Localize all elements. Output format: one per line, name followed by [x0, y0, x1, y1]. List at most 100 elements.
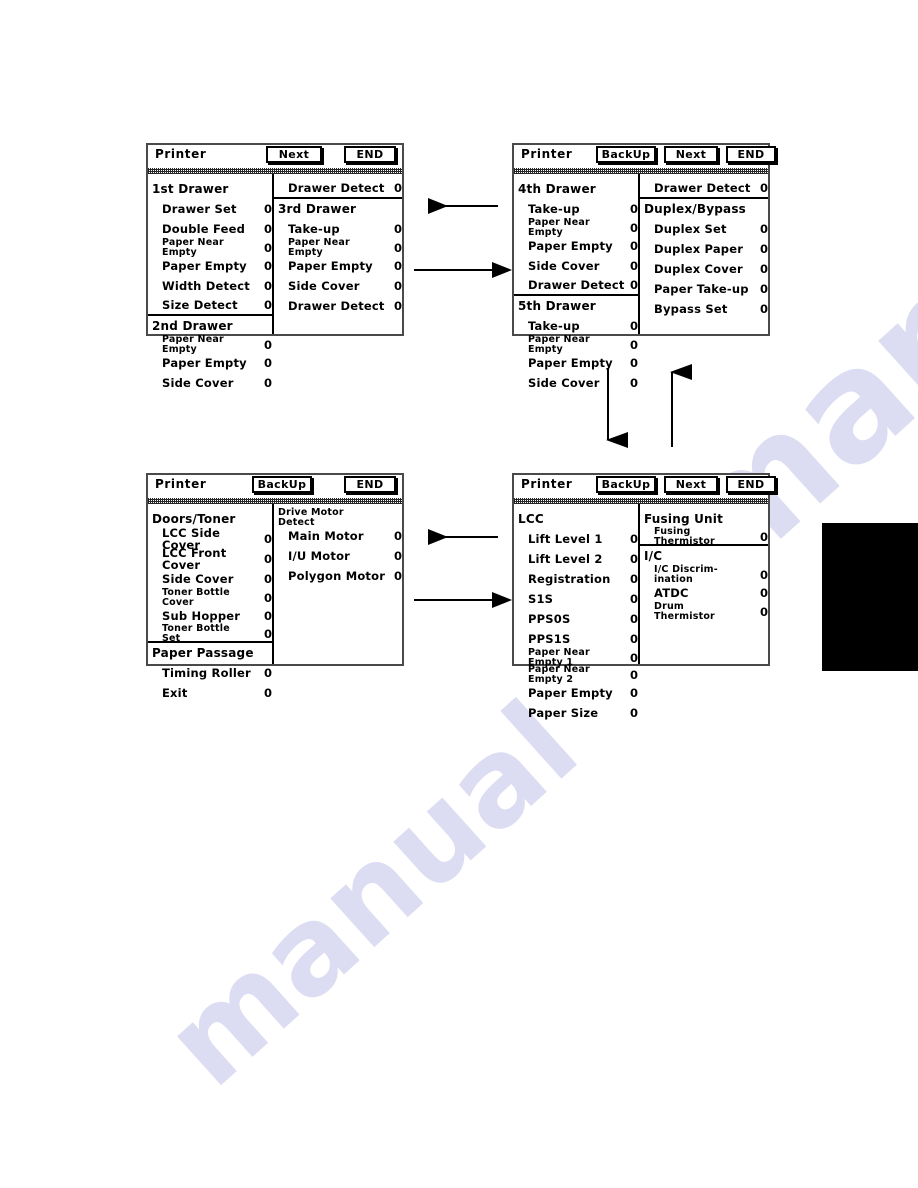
next-button[interactable]: Next: [664, 476, 718, 493]
sensor-label: Paper Size: [528, 705, 599, 720]
sensor-label: Width Detect: [162, 278, 250, 293]
sensor-row: Main Motor 0: [274, 526, 402, 546]
sensor-value: 0: [263, 202, 272, 216]
sensor-label: Double Feed: [162, 221, 246, 236]
sensor-label: Drawer Detect: [528, 277, 625, 292]
sensor-row: Side Cover 0: [514, 256, 638, 276]
sensor-value: 0: [263, 552, 272, 566]
sensor-label: PPS1S: [528, 631, 571, 646]
sensor-value: 0: [759, 586, 768, 600]
sensor-label: Paper Take-up: [654, 281, 749, 296]
sensor-value: 0: [393, 529, 402, 543]
sensor-label: Paper Near Empty: [288, 237, 350, 258]
sensor-label: Paper Empty: [528, 238, 613, 253]
sensor-value: 0: [263, 298, 272, 312]
right-column: Drawer Detect 0 Duplex/Bypass Duplex Set 0 Du…: [640, 174, 768, 334]
sensor-row: Paper Empty 0: [274, 256, 402, 276]
sensor-value: 0: [759, 222, 768, 236]
sensor-label: Toner Bottle Set: [162, 623, 230, 644]
sensor-row: Lift Level 1 0: [514, 529, 638, 549]
flow-arrows: [414, 198, 692, 608]
sensor-label: Lift Level 1: [528, 531, 603, 546]
sensor-value: 0: [393, 549, 402, 563]
sensor-label: Take-up: [528, 318, 580, 333]
section-header: 4th Drawer: [514, 179, 638, 199]
sensor-row: Duplex Cover 0: [640, 259, 768, 279]
section-header: 3rd Drawer: [274, 199, 402, 219]
sensor-row: Paper Near Empty 0: [514, 218, 638, 237]
sensor-row: Side Cover 0: [274, 276, 402, 296]
panel-title: Printer: [155, 477, 207, 491]
sensor-value: 0: [263, 626, 272, 641]
sensor-row: Paper Near Empty 2 0: [514, 665, 638, 684]
sensor-label: Side Cover: [162, 571, 234, 586]
sensor-label: Side Cover: [528, 258, 600, 273]
watermark-text: manual: [140, 676, 604, 1114]
sensor-row: Duplex Set 0: [640, 219, 768, 239]
sensor-label: 2nd Drawer: [152, 318, 233, 333]
sensor-value: 0: [263, 609, 272, 623]
sensor-row: LCC Front Cover 0: [148, 547, 272, 571]
sensor-label: Polygon Motor: [288, 568, 386, 583]
sensor-label: Drawer Detect: [654, 180, 751, 195]
sensor-row: Side Cover 0: [148, 569, 272, 589]
section-header: 5th Drawer: [514, 296, 638, 316]
panel-drawers-2: Printer BackUp Next END 4th Drawer Take-up 0 Pa…: [512, 143, 776, 390]
sensor-value: 0: [759, 604, 768, 619]
sensor-value: 0: [629, 259, 638, 273]
page-watermark: manual manual: [0, 0, 918, 1188]
sensor-row: Drum Thermistor 0: [640, 601, 768, 622]
page-edge-tab: [822, 523, 918, 671]
sensor-label: Side Cover: [288, 278, 360, 293]
sensor-row: Take-up 0: [514, 316, 638, 336]
sensor-label: Drum Thermistor: [654, 601, 715, 622]
sensor-row: Side Cover 0: [514, 373, 638, 393]
sensor-label: PPS0S: [528, 611, 571, 626]
sensor-label: Duplex Cover: [654, 261, 743, 276]
sensor-label: ATDC: [654, 585, 689, 600]
sensor-value: 0: [393, 259, 402, 273]
sensor-label: Registration: [528, 571, 611, 586]
sensor-label: Paper Empty: [162, 258, 247, 273]
sensor-value: 0: [759, 567, 768, 582]
sensor-label: Main Motor: [288, 528, 364, 543]
sensor-value: 0: [263, 240, 272, 255]
end-button[interactable]: END: [726, 476, 776, 493]
sensor-value: 0: [759, 242, 768, 256]
sensor-row: Width Detect 0: [148, 276, 272, 296]
backup-button[interactable]: BackUp: [596, 476, 656, 493]
sensor-label: Duplex Set: [654, 221, 727, 236]
left-column: 4th Drawer Take-up 0 Paper Near Empty 0 Paper…: [514, 174, 640, 390]
end-button[interactable]: END: [726, 146, 776, 163]
sensor-label: I/C: [644, 548, 663, 563]
panel-doors-toner: Printer BackUp END Doors/Toner LCC Side Cove…: [146, 473, 404, 700]
sensor-row: Take-up 0: [514, 199, 638, 219]
sensor-value: 0: [263, 686, 272, 700]
backup-button[interactable]: BackUp: [252, 476, 312, 493]
sensor-row: Polygon Motor 0: [274, 566, 402, 586]
sensor-row: Take-up 0: [274, 219, 402, 239]
end-button[interactable]: END: [344, 146, 396, 163]
sensor-value: 0: [629, 552, 638, 566]
sensor-value: 0: [629, 532, 638, 546]
sensor-value: 0: [263, 279, 272, 293]
sensor-value: 0: [393, 240, 402, 255]
sensor-row: Bypass Set 0: [640, 299, 768, 319]
sensor-value: 0: [629, 337, 638, 352]
next-button[interactable]: Next: [664, 146, 718, 163]
next-button[interactable]: Next: [266, 146, 322, 163]
sensor-label: Paper Near Empty: [162, 237, 224, 258]
sensor-value: 0: [393, 279, 402, 293]
panel-lcc-fusing: Printer BackUp Next END LCC Lift Level 1 0 Lift…: [512, 473, 776, 720]
panel-body: Doors/Toner LCC Side Cover 0 LCC Front Cove…: [148, 504, 402, 700]
end-button[interactable]: END: [344, 476, 396, 493]
sensor-value: 0: [629, 319, 638, 333]
sensor-value: 0: [759, 262, 768, 276]
sensor-row: Registration 0: [514, 569, 638, 589]
sensor-label: 4th Drawer: [518, 181, 596, 196]
backup-button[interactable]: BackUp: [596, 146, 656, 163]
sensor-value: 0: [629, 220, 638, 235]
sensor-label: Sub Hopper: [162, 608, 241, 623]
sensor-value: 0: [629, 356, 638, 370]
sensor-label: Take-up: [528, 201, 580, 216]
